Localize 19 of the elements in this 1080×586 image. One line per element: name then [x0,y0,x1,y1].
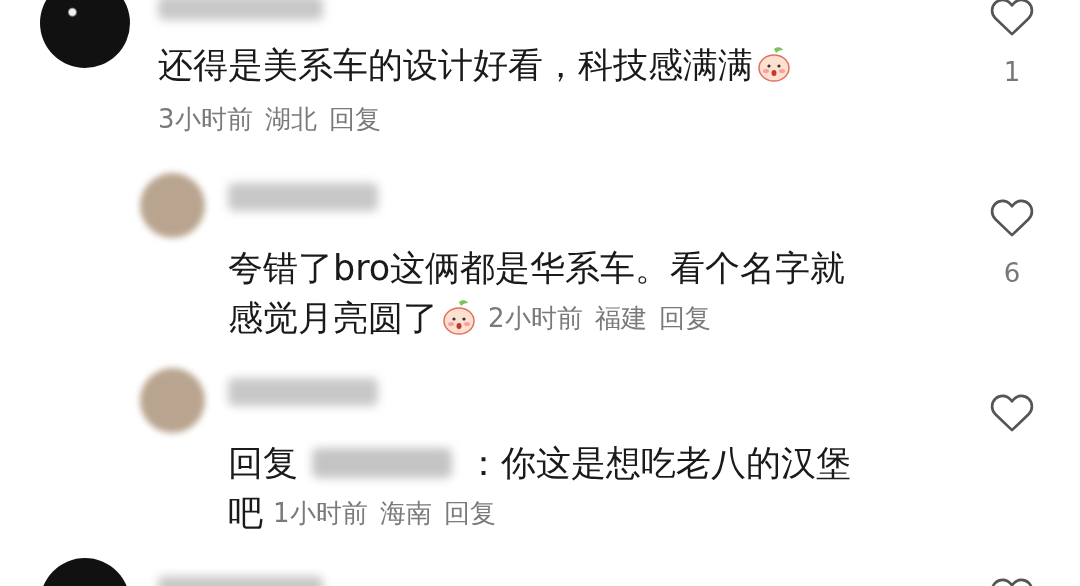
comment-text: ：你这是想吃老八的汉堡 [466,441,851,485]
comment-time: 2小时前 [488,302,583,333]
reply-link[interactable]: 回复 [328,101,381,137]
comment-location: 福建 [594,302,647,333]
comment-location: 海南 [379,497,432,528]
like-count: 6 [1003,258,1021,288]
heart-icon[interactable] [989,0,1035,37]
comment-time: 3小时前 [158,103,253,136]
comment-text: 夸错了bro这俩都是华系车。看个名字就 [228,246,846,290]
comment-text: 吧 [228,491,263,535]
comment-location: 湖北 [264,103,317,136]
avatar-circle[interactable] [40,0,130,68]
reply-prefix: 回复 [228,441,298,485]
comment-text: 还得是美系车的设计好看，科技感满满 [158,43,753,87]
reply-link[interactable]: 回复 [443,497,496,528]
like-count: 1 [1003,57,1021,87]
comment-text: 感觉月亮圆了 [228,296,438,340]
comment-time: 1小时前 [273,497,368,528]
reply-link[interactable]: 回复 [658,302,711,333]
